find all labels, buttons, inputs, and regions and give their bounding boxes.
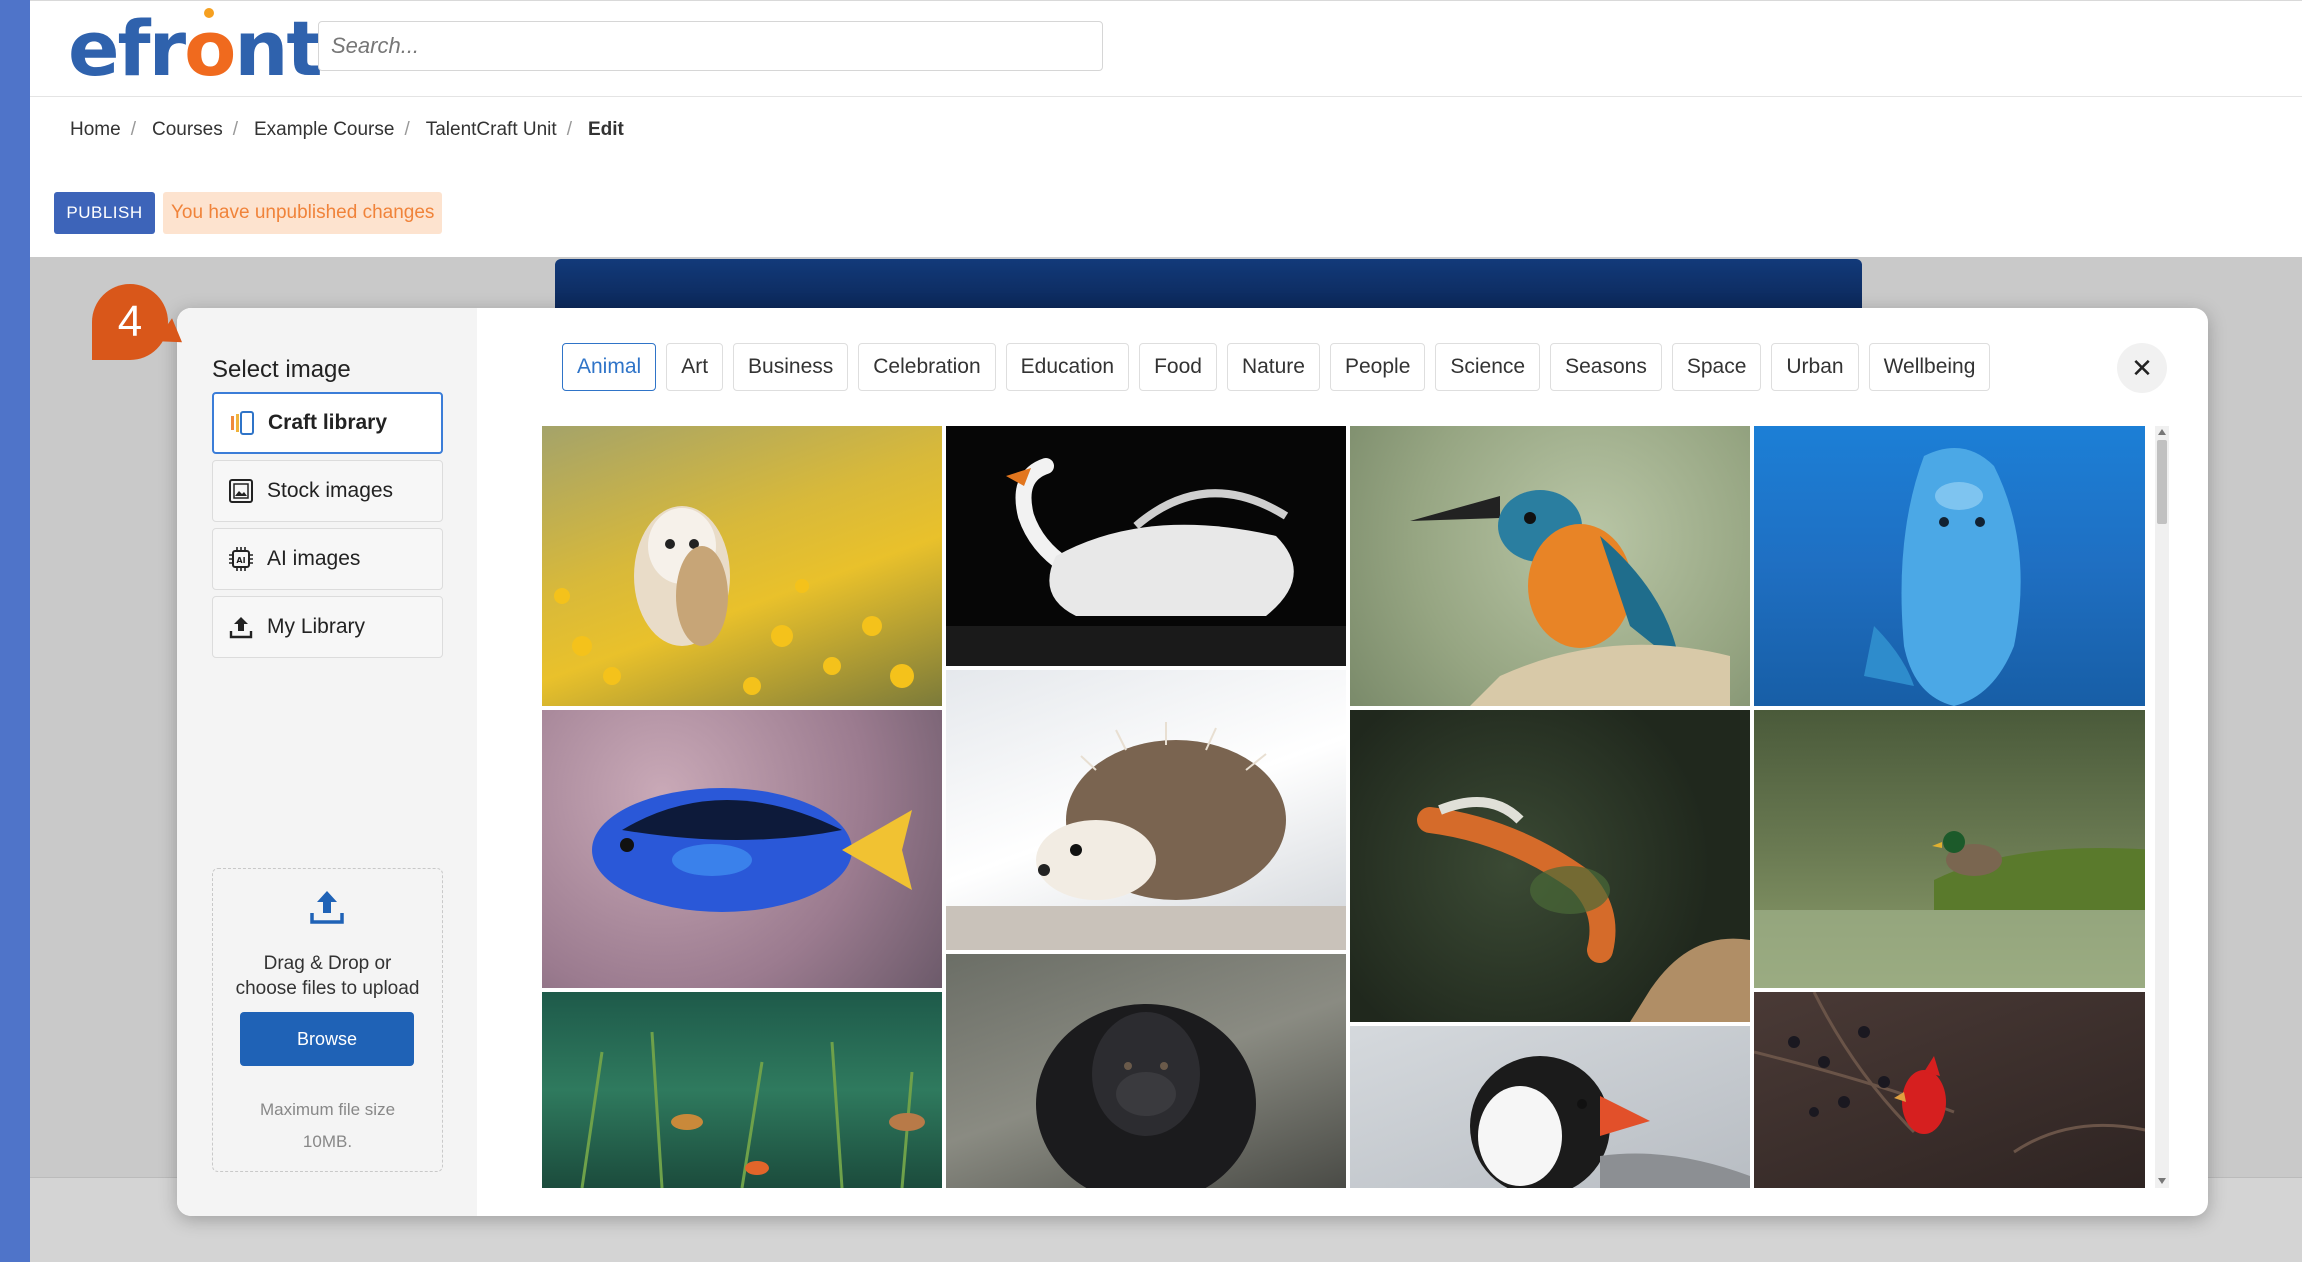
tab-celebration[interactable]: Celebration bbox=[858, 343, 996, 391]
breadcrumb-current: Edit bbox=[587, 119, 624, 140]
breadcrumb: Home / Courses / Example Course / TalentCra… bbox=[70, 119, 624, 141]
tab-art[interactable]: Art bbox=[666, 343, 724, 391]
logo-text-o: o bbox=[184, 4, 236, 93]
craft-library-icon bbox=[228, 409, 256, 437]
duck-image[interactable] bbox=[1754, 710, 2145, 988]
swan-image[interactable] bbox=[946, 426, 1346, 666]
tab-animal[interactable]: Animal bbox=[562, 343, 657, 391]
note-line-2: 10MB. bbox=[302, 1132, 353, 1151]
ai-chip-icon: AI bbox=[227, 545, 255, 573]
source-my-library[interactable]: My Library bbox=[212, 596, 443, 658]
source-label: My Library bbox=[267, 615, 366, 638]
dolphin-image[interactable] bbox=[1754, 426, 2145, 706]
scroll-down-icon[interactable] bbox=[2158, 1178, 2166, 1184]
breadcrumb-home[interactable]: Home bbox=[70, 119, 121, 141]
breadcrumb-courses[interactable]: Courses bbox=[152, 119, 223, 141]
upload-icon bbox=[227, 613, 255, 641]
top-bar: efro nt Search... bbox=[30, 1, 2302, 97]
tab-education[interactable]: Education bbox=[1005, 343, 1130, 391]
source-label: Craft library bbox=[268, 411, 388, 434]
tab-business[interactable]: Business bbox=[733, 343, 849, 391]
close-button[interactable]: ✕ bbox=[2117, 343, 2167, 393]
tab-space[interactable]: Space bbox=[1671, 343, 1762, 391]
tab-urban[interactable]: Urban bbox=[1771, 343, 1859, 391]
tab-seasons[interactable]: Seasons bbox=[1550, 343, 1662, 391]
tab-food[interactable]: Food bbox=[1139, 343, 1217, 391]
category-tabs: Animal Art Business Celebration Educatio… bbox=[562, 343, 1991, 391]
logo-text-post: nt bbox=[234, 4, 322, 93]
tab-people[interactable]: People bbox=[1329, 343, 1426, 391]
koi-image[interactable] bbox=[1350, 710, 1750, 1022]
efront-logo[interactable]: efro nt bbox=[68, 4, 323, 93]
breadcrumb-separator: / bbox=[404, 119, 410, 140]
tour-step-badge: 4 bbox=[92, 284, 168, 360]
breadcrumb-unit[interactable]: TalentCraft Unit bbox=[426, 119, 557, 141]
breadcrumb-separator: / bbox=[566, 119, 572, 140]
image-grid-scrollbar[interactable] bbox=[2155, 426, 2169, 1188]
hedgehog-image[interactable] bbox=[946, 670, 1346, 950]
modal-title: Select image bbox=[212, 356, 351, 383]
upload-line-1: Drag & Drop or bbox=[263, 953, 392, 974]
upload-instructions: Drag & Drop or choose files to upload bbox=[213, 951, 442, 1001]
upload-dropzone[interactable]: Drag & Drop or choose files to upload Br… bbox=[212, 868, 443, 1172]
select-image-modal: Select image Craft library Stock images … bbox=[177, 308, 2208, 1216]
tab-wellbeing[interactable]: Wellbeing bbox=[1868, 343, 1991, 391]
browse-button[interactable]: Browse bbox=[240, 1012, 414, 1066]
owl-image[interactable] bbox=[542, 426, 942, 706]
search-input[interactable]: Search... bbox=[318, 21, 1103, 71]
publish-button[interactable]: PUBLISH bbox=[54, 192, 155, 234]
source-label: AI images bbox=[267, 547, 361, 570]
tab-nature[interactable]: Nature bbox=[1226, 343, 1320, 391]
source-ai-images[interactable]: AI AI images bbox=[212, 528, 443, 590]
image-grid bbox=[542, 426, 2145, 1188]
stock-images-icon bbox=[227, 477, 255, 505]
pond-image[interactable] bbox=[542, 992, 942, 1188]
source-stock-images[interactable]: Stock images bbox=[212, 460, 443, 522]
breadcrumb-separator: / bbox=[232, 119, 238, 140]
tab-science[interactable]: Science bbox=[1435, 343, 1541, 391]
scroll-up-icon[interactable] bbox=[2158, 429, 2166, 435]
tang-fish-image[interactable] bbox=[542, 710, 942, 988]
gorilla-image[interactable] bbox=[946, 954, 1346, 1188]
kingfisher-image[interactable] bbox=[1350, 426, 1750, 706]
logo-spark-icon bbox=[204, 8, 215, 18]
scroll-thumb[interactable] bbox=[2157, 440, 2167, 524]
cardinal-image[interactable] bbox=[1754, 992, 2145, 1188]
breadcrumb-separator: / bbox=[130, 119, 136, 140]
svg-text:AI: AI bbox=[236, 556, 245, 565]
note-line-1: Maximum file size bbox=[259, 1100, 396, 1119]
upload-line-2: choose files to upload bbox=[235, 978, 420, 999]
source-craft-library[interactable]: Craft library bbox=[212, 392, 443, 454]
cloud-upload-icon bbox=[307, 887, 347, 932]
logo-text-pre: efr bbox=[68, 4, 186, 93]
unpublished-changes-badge: You have unpublished changes bbox=[163, 192, 443, 234]
source-label: Stock images bbox=[267, 479, 394, 502]
puffin-image[interactable] bbox=[1350, 1026, 1750, 1188]
window-frame-left bbox=[0, 0, 30, 1262]
max-file-size-note: Maximum file size 10MB. bbox=[213, 1094, 442, 1158]
image-source-sidebar: Select image Craft library Stock images … bbox=[177, 308, 477, 1216]
breadcrumb-example-course[interactable]: Example Course bbox=[254, 119, 394, 141]
